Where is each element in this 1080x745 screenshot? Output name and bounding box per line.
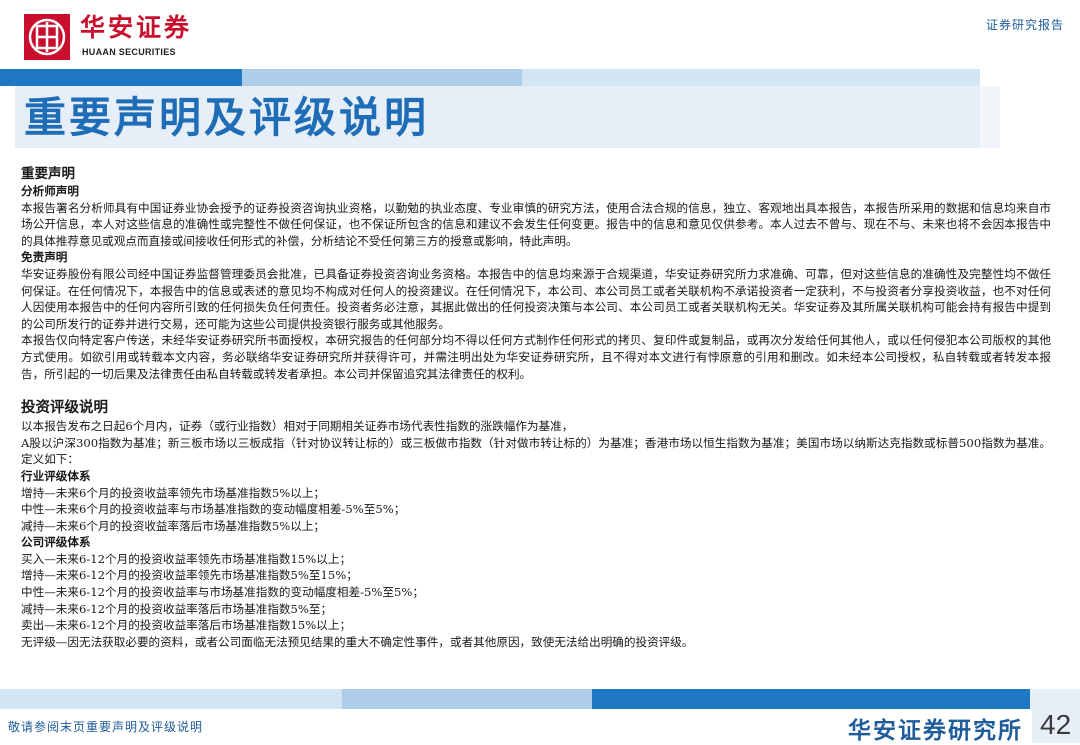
list-item: 增持—未来6个月的投资收益率领先市场基准指数5%以上；	[21, 485, 326, 500]
list-item: 卖出—未来6-12个月的投资收益率落后市场基准指数15%以上；	[21, 618, 352, 633]
footer-band-tail	[1030, 689, 1080, 709]
exemption-heading: 免责声明	[21, 250, 68, 265]
list-item: 增持—未来6-12个月的投资收益率领先市场基准指数5%至15%；	[21, 568, 358, 583]
logo-text-cn: 华安证券	[80, 13, 193, 42]
list-item: 减持—未来6个月的投资收益率落后市场基准指数5%以上；	[21, 518, 326, 533]
industry-rating-heading: 行业评级体系	[21, 468, 91, 483]
page-title: 重要声明及评级说明	[24, 93, 430, 142]
rating-intro-2: A股以沪深300指数为基准；新三板市场以三板成指（针对协议转让标的）或三板做市指…	[21, 435, 1051, 467]
footer-brand: 华安证券研究所	[848, 717, 1023, 744]
rating-intro-1: 以本报告发布之日起6个月内，证券（或行业指数）相对于同期相关证券市场代表性指数的…	[21, 419, 574, 434]
logo-mark	[24, 14, 70, 60]
footer-band-mid	[342, 689, 592, 709]
analyst-statement-text: 本报告署名分析师具有中国证券业协会授予的证券投资咨询执业资格，以勤勉的执业态度、…	[21, 200, 1051, 248]
page-number: 42	[1040, 709, 1072, 740]
footer-band-dark	[592, 689, 1030, 709]
main-content: 重要声明 分析师声明 本报告署名分析师具有中国证券业协会授予的证券投资咨询执业资…	[21, 165, 1051, 650]
list-item: 减持—未来6-12个月的投资收益率落后市场基准指数5%至；	[21, 601, 333, 616]
title-background-tail	[980, 86, 1000, 148]
logo-emblem-icon	[24, 14, 70, 60]
disclaimer-heading: 重要声明	[21, 166, 75, 182]
report-type-label: 证券研究报告	[985, 18, 1064, 32]
header-band-mid	[242, 69, 522, 86]
list-item: 无评级—因无法获取必要的资料，或者公司面临无法预见结果的重大不确定性事件，或者其…	[21, 634, 694, 649]
exemption-text-2: 本报告仅向特定客户传送，未经华安证券研究所书面授权，本研究报告的任何部分均不得以…	[21, 333, 1051, 381]
list-item: 买入—未来6-12个月的投资收益率领先市场基准指数15%以上；	[21, 551, 352, 566]
list-item: 中性—未来6个月的投资收益率与市场基准指数的变动幅度相差-5%至5%；	[21, 502, 406, 517]
analyst-statement-heading: 分析师声明	[21, 184, 79, 198]
exemption-text-1: 华安证券股份有限公司经中国证券监督管理委员会批准，已具备证券投资咨询业务资格。本…	[21, 266, 1051, 331]
header-band-dark	[0, 69, 242, 86]
logo-text-en: HUAAN SECURITIES	[82, 47, 176, 57]
company-rating-heading: 公司评级体系	[21, 535, 91, 550]
header-band-light	[522, 69, 980, 86]
rating-heading: 投资评级说明	[21, 399, 108, 417]
footer-note: 敬请参阅末页重要声明及评级说明	[8, 720, 204, 734]
footer-band-light	[0, 689, 342, 709]
list-item: 中性—未来6-12个月的投资收益率与市场基准指数的变动幅度相差-5%至5%；	[21, 585, 424, 600]
